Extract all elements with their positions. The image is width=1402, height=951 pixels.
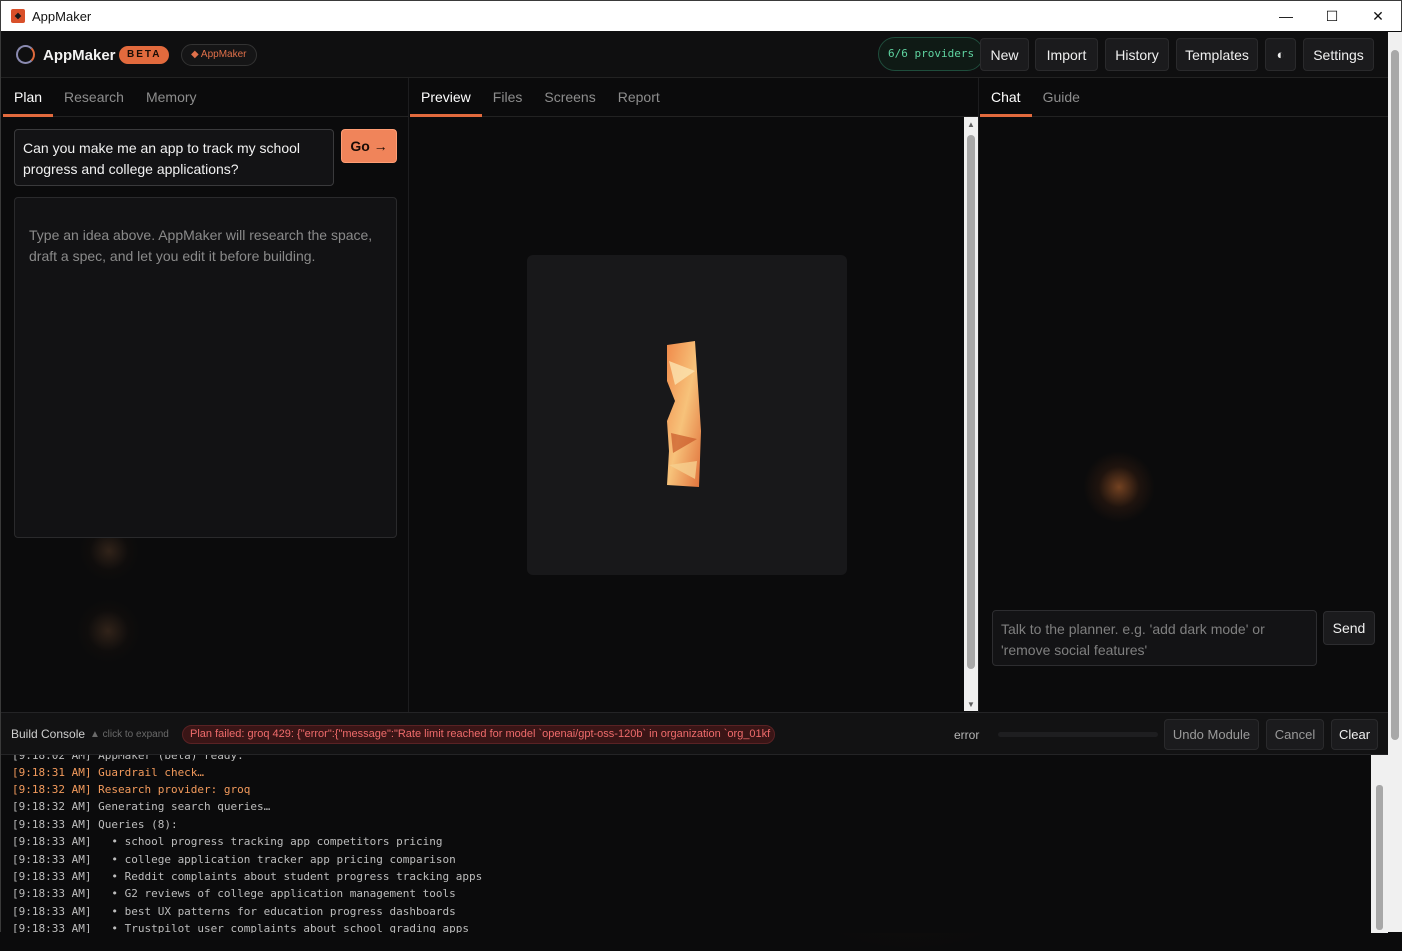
console-status: error bbox=[954, 728, 980, 742]
error-message-badge: Plan failed: groq 429: {"error":{"messag… bbox=[182, 725, 775, 744]
project-chip[interactable]: ◆ AppMaker bbox=[181, 44, 257, 66]
settings-button[interactable]: Settings bbox=[1303, 38, 1374, 71]
idea-input[interactable]: Can you make me an app to track my schoo… bbox=[14, 129, 334, 186]
theme-toggle-icon[interactable]: ◐ bbox=[1265, 38, 1296, 71]
tab-memory[interactable]: Memory bbox=[135, 78, 208, 116]
scrollbar-thumb[interactable] bbox=[1376, 785, 1383, 930]
log-line: [9:18:33 AM] • college application track… bbox=[12, 853, 456, 866]
panel-divider bbox=[408, 78, 409, 712]
right-panel-tabs: Chat Guide bbox=[980, 78, 1388, 117]
ambient-glow bbox=[1083, 451, 1155, 523]
brand-name: AppMaker bbox=[43, 47, 116, 64]
log-line: [9:18:33 AM] • best UX patterns for educ… bbox=[12, 905, 456, 918]
close-icon[interactable]: ✕ bbox=[1355, 1, 1401, 31]
tab-guide[interactable]: Guide bbox=[1032, 78, 1091, 116]
chat-input[interactable]: Talk to the planner. e.g. 'add dark mode… bbox=[992, 610, 1317, 666]
window-title: AppMaker bbox=[32, 8, 92, 24]
center-panel-tabs: Preview Files Screens Report bbox=[410, 78, 978, 117]
cancel-button[interactable]: Cancel bbox=[1266, 719, 1324, 750]
tab-screens[interactable]: Screens bbox=[533, 78, 606, 116]
console-scrollbar[interactable] bbox=[1371, 755, 1388, 933]
providers-status-badge[interactable]: 6/6 providers bbox=[878, 37, 985, 71]
expand-hint[interactable]: ▲ click to expand bbox=[90, 729, 169, 740]
history-button[interactable]: History bbox=[1105, 38, 1169, 71]
tab-research[interactable]: Research bbox=[53, 78, 135, 116]
logo-icon bbox=[16, 45, 35, 64]
tab-report[interactable]: Report bbox=[607, 78, 671, 116]
scrollbar-thumb[interactable] bbox=[967, 135, 975, 669]
undo-module-button[interactable]: Undo Module bbox=[1164, 719, 1259, 750]
scroll-up-icon[interactable]: ▲ bbox=[964, 117, 978, 131]
title-bar: AppMaker — ☐ ✕ bbox=[1, 1, 1401, 31]
tab-files[interactable]: Files bbox=[482, 78, 534, 116]
console-log: [9:18:02 AM] AppMaker (beta) ready. [9:1… bbox=[1, 755, 1371, 933]
window-scrollbar[interactable] bbox=[1388, 32, 1402, 932]
send-button[interactable]: Send bbox=[1323, 611, 1375, 645]
log-line: [9:18:33 AM] • G2 reviews of college app… bbox=[12, 887, 456, 900]
app-icon bbox=[11, 9, 25, 23]
build-progress-bar bbox=[998, 732, 1158, 737]
beta-badge: BETA bbox=[119, 46, 170, 64]
go-button[interactable]: Go → bbox=[341, 129, 397, 163]
loading-figure-icon bbox=[667, 341, 701, 487]
log-line: [9:18:02 AM] AppMaker (beta) ready. bbox=[12, 755, 244, 762]
log-line: [9:18:33 AM] Queries (8): bbox=[12, 818, 178, 831]
minimize-icon[interactable]: — bbox=[1263, 1, 1309, 31]
scroll-down-icon[interactable]: ▼ bbox=[964, 697, 978, 711]
templates-button[interactable]: Templates bbox=[1176, 38, 1258, 71]
build-console-bar[interactable]: Build Console ▲ click to expand Plan fai… bbox=[1, 712, 1388, 755]
clear-button[interactable]: Clear bbox=[1331, 719, 1378, 750]
tab-preview[interactable]: Preview bbox=[410, 78, 482, 117]
scrollbar-thumb[interactable] bbox=[1391, 50, 1399, 740]
log-line: [9:18:33 AM] • Trustpilot user complaint… bbox=[12, 922, 469, 933]
left-panel-tabs: Plan Research Memory bbox=[3, 78, 409, 117]
new-button[interactable]: New bbox=[980, 38, 1029, 71]
app-header: AppMaker BETA ◆ AppMaker 6/6 providers N… bbox=[1, 31, 1388, 78]
import-button[interactable]: Import bbox=[1035, 38, 1098, 71]
tab-chat[interactable]: Chat bbox=[980, 78, 1032, 117]
log-line: [9:18:32 AM] Generating search queries… bbox=[12, 800, 271, 813]
tab-plan[interactable]: Plan bbox=[3, 78, 54, 117]
ambient-glow bbox=[76, 599, 140, 663]
maximize-icon[interactable]: ☐ bbox=[1309, 1, 1355, 31]
window-controls: — ☐ ✕ bbox=[1263, 1, 1401, 31]
log-line: [9:18:31 AM] Guardrail check… bbox=[12, 766, 205, 779]
console-title: Build Console bbox=[11, 727, 86, 741]
spec-placeholder: Type an idea above. AppMaker will resear… bbox=[14, 197, 397, 538]
preview-scrollbar[interactable]: ▲ ▼ bbox=[964, 117, 978, 711]
log-line: [9:18:32 AM] Research provider: groq bbox=[12, 783, 251, 796]
panel-divider bbox=[978, 78, 979, 712]
log-line: [9:18:33 AM] • school progress tracking … bbox=[12, 835, 443, 848]
log-line: [9:18:33 AM] • Reddit complaints about s… bbox=[12, 870, 483, 883]
app-window: AppMaker — ☐ ✕ AppMaker BETA ◆ AppMaker … bbox=[0, 0, 1402, 951]
